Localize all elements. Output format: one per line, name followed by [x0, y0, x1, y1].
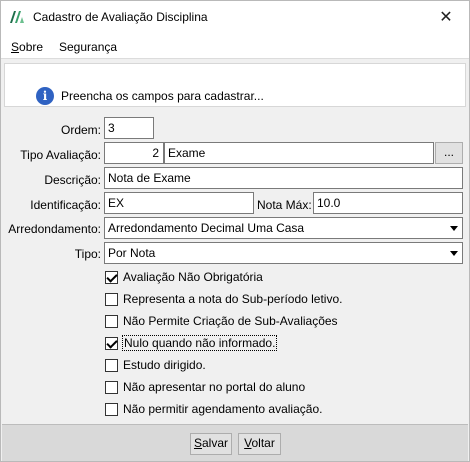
- checkbox-unchecked-icon[interactable]: [105, 292, 118, 306]
- menu-seguranca-label: Segurança: [59, 40, 118, 54]
- app-logo-icon: [10, 11, 24, 23]
- tipo-avaliacao-lookup-button[interactable]: ...: [435, 142, 463, 164]
- checkbox-label: Não Permite Criação de Sub-Avaliações: [123, 314, 338, 328]
- button-bar: Salvar Voltar: [2, 424, 468, 461]
- ordem-input[interactable]: 3: [104, 117, 154, 139]
- checkbox-label: Não permitir agendamento avaliação.: [123, 402, 323, 416]
- avaliacao-nao-obrigatoria-checkbox[interactable]: Avaliação Não Obrigatória: [105, 270, 263, 284]
- checkbox-unchecked-icon[interactable]: [105, 314, 118, 328]
- tipo-label: Tipo:: [74, 247, 101, 261]
- arredondamento-select[interactable]: Arredondamento Decimal Uma Casa: [104, 217, 463, 239]
- save-button[interactable]: Salvar: [190, 433, 232, 455]
- save-accel: S: [193, 436, 202, 450]
- tipo-avaliacao-name-field: Exame: [164, 142, 434, 164]
- menu-sobre-accel: S: [11, 40, 20, 54]
- identificacao-label: Identificação:: [30, 198, 101, 212]
- nao-permite-sub-avaliacoes-checkbox[interactable]: Não Permite Criação de Sub-Avaliações: [105, 314, 338, 328]
- nao-apresentar-portal-checkbox[interactable]: Não apresentar no portal do aluno: [105, 380, 305, 394]
- nulo-quando-nao-informado-checkbox[interactable]: Nulo quando não informado.: [105, 335, 278, 351]
- ordem-label: Ordem:: [60, 123, 101, 137]
- checkbox-label: Representa a nota do Sub-período letivo.: [123, 292, 343, 306]
- estudo-dirigido-checkbox[interactable]: Estudo dirigido.: [105, 358, 206, 372]
- nota-max-label: Nota Máx:: [257, 198, 312, 212]
- info-message: Preencha os campos para cadastrar...: [61, 89, 264, 103]
- tipo-avaliacao-label: Tipo Avaliação:: [20, 148, 101, 162]
- checkbox-label: Avaliação Não Obrigatória: [123, 270, 263, 284]
- window-title: Cadastro de Avaliação Disciplina: [33, 10, 208, 24]
- dialog-window: Cadastro de Avaliação Disciplina ✕ Sobre…: [0, 0, 470, 462]
- info-panel: i Preencha os campos para cadastrar...: [4, 63, 466, 107]
- save-label: alvar: [202, 436, 229, 450]
- checkbox-checked-icon[interactable]: [105, 270, 118, 284]
- arredondamento-label: Arredondamento:: [8, 222, 101, 236]
- chevron-down-icon: [450, 226, 458, 231]
- back-button[interactable]: Voltar: [238, 433, 281, 455]
- tipo-selected-value: Por Nota: [108, 246, 156, 260]
- descricao-input[interactable]: Nota de Exame: [104, 167, 463, 189]
- back-accel: V: [244, 436, 252, 450]
- close-button[interactable]: ✕: [423, 1, 469, 33]
- checkbox-label: Nulo quando não informado.: [121, 335, 278, 351]
- representa-nota-sub-periodo-checkbox[interactable]: Representa a nota do Sub-período letivo.: [105, 292, 342, 306]
- checkbox-label: Não apresentar no portal do aluno: [123, 380, 306, 394]
- checkbox-unchecked-icon[interactable]: [105, 380, 118, 394]
- tipo-avaliacao-code-input[interactable]: 2: [104, 142, 164, 164]
- menu-sobre[interactable]: Sobre: [11, 40, 43, 54]
- identificacao-input[interactable]: EX: [104, 192, 254, 214]
- back-label: oltar: [251, 436, 275, 450]
- checkbox-unchecked-icon[interactable]: [105, 402, 118, 416]
- info-icon: i: [36, 87, 54, 105]
- descricao-label: Descrição:: [44, 173, 101, 187]
- menu-seguranca[interactable]: Segurança: [59, 40, 117, 54]
- arredondamento-selected-value: Arredondamento Decimal Uma Casa: [108, 221, 305, 235]
- tipo-select[interactable]: Por Nota: [104, 242, 463, 264]
- checkbox-unchecked-icon[interactable]: [105, 358, 118, 372]
- nao-permitir-agendamento-checkbox[interactable]: Não permitir agendamento avaliação.: [105, 402, 322, 416]
- close-icon: ✕: [439, 9, 453, 26]
- title-bar[interactable]: Cadastro de Avaliação Disciplina ✕: [1, 1, 469, 33]
- form-area: i Preencha os campos para cadastrar... O…: [2, 61, 468, 423]
- menu-sobre-label: obre: [19, 40, 44, 54]
- nota-max-input[interactable]: 10.0: [313, 192, 463, 214]
- checkbox-label: Estudo dirigido.: [123, 358, 206, 372]
- menu-bar: Sobre Segurança: [1, 33, 469, 59]
- checkbox-checked-icon[interactable]: [105, 336, 118, 350]
- chevron-down-icon: [450, 251, 458, 256]
